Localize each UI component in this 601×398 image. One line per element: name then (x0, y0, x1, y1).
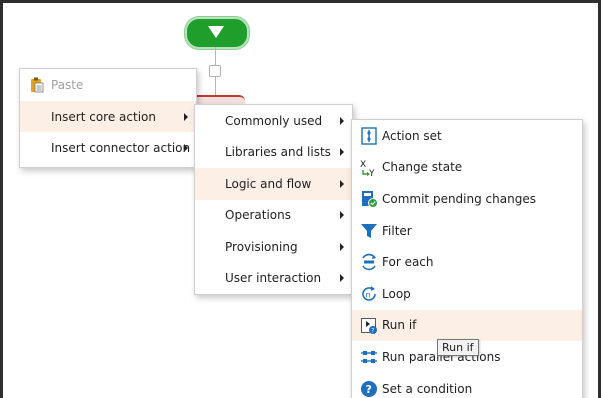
set-condition-icon: ? (360, 380, 378, 398)
for-each-icon (360, 253, 378, 271)
change-state-icon: X Y (360, 159, 378, 179)
chevron-right-icon (340, 242, 344, 251)
svg-text:X: X (360, 160, 366, 170)
core-action-submenu: Commonly used Libraries and lists Logic … (194, 104, 353, 295)
filter-icon (360, 222, 378, 240)
menu-item-label: For each (382, 255, 434, 270)
svg-text:?: ? (366, 383, 372, 396)
svg-text:Y: Y (368, 169, 375, 177)
chevron-right-icon (184, 143, 188, 152)
menu-item-logic-and-flow[interactable]: Logic and flow (195, 168, 352, 200)
action-set-icon (360, 127, 378, 145)
menu-item-user-interaction[interactable]: User interaction (195, 263, 352, 295)
menu-item-label: Operations (225, 208, 291, 223)
menu-item-loop[interactable]: n Loop (352, 278, 582, 310)
run-parallel-icon (360, 348, 378, 366)
svg-text:?: ? (371, 327, 374, 334)
chevron-right-icon (340, 148, 344, 157)
tooltip: Run if (437, 339, 479, 356)
menu-item-label: Set a condition (382, 381, 473, 396)
add-action-handle[interactable] (209, 65, 221, 77)
context-menu: Paste Insert core action Insert connecto… (19, 68, 197, 168)
chevron-right-icon (340, 116, 344, 125)
menu-item-filter[interactable]: Filter (352, 215, 582, 247)
menu-item-label: Insert connector action (51, 140, 191, 155)
menu-item-operations[interactable]: Operations (195, 200, 352, 232)
menu-item-label: Insert core action (51, 109, 156, 124)
menu-item-for-each[interactable]: For each (352, 246, 582, 278)
menu-item-commonly-used[interactable]: Commonly used (195, 105, 352, 137)
menu-item-label: Change state (382, 160, 463, 175)
menu-item-label: Logic and flow (225, 176, 312, 191)
menu-item-label: Filter (382, 223, 412, 238)
run-if-icon: ? (360, 317, 378, 335)
menu-item-label: User interaction (225, 271, 322, 286)
menu-item-label: Loop (382, 286, 411, 301)
start-node[interactable] (185, 17, 249, 49)
menu-item-commit-pending-changes[interactable]: Commit pending changes (352, 183, 582, 215)
workflow-canvas[interactable]: Paste Insert core action Insert connecto… (3, 3, 598, 398)
menu-item-label: Provisioning (225, 239, 298, 254)
paste-icon (30, 77, 44, 96)
menu-item-label: Commonly used (225, 113, 323, 128)
svg-text:n: n (366, 290, 371, 299)
chevron-right-icon (184, 112, 188, 121)
menu-item-action-set[interactable]: Action set (352, 120, 582, 152)
menu-item-libraries-and-lists[interactable]: Libraries and lists (195, 137, 352, 169)
menu-item-insert-core-action[interactable]: Insert core action (20, 101, 196, 132)
menu-item-run-if[interactable]: ? Run if (352, 309, 582, 342)
menu-item-label: Commit pending changes (382, 191, 536, 206)
menu-item-label: Paste (51, 78, 84, 92)
menu-item-paste[interactable]: Paste (20, 69, 196, 101)
menu-item-label: Run if (382, 318, 417, 333)
commit-icon (360, 190, 378, 209)
loop-icon: n (360, 285, 378, 303)
menu-item-provisioning[interactable]: Provisioning (195, 231, 352, 263)
start-triangle-icon (208, 26, 224, 38)
chevron-right-icon (340, 179, 344, 188)
menu-item-insert-connector-action[interactable]: Insert connector action (20, 132, 196, 163)
menu-item-label: Libraries and lists (225, 145, 331, 160)
menu-item-change-state[interactable]: X Y Change state (352, 152, 582, 184)
menu-item-label: Action set (382, 128, 442, 143)
logic-and-flow-submenu: Action set X Y Change state Commit pendi… (351, 119, 583, 398)
menu-item-set-a-condition[interactable]: ? Set a condition (352, 373, 582, 398)
chevron-right-icon (340, 274, 344, 283)
chevron-right-icon (340, 211, 344, 220)
